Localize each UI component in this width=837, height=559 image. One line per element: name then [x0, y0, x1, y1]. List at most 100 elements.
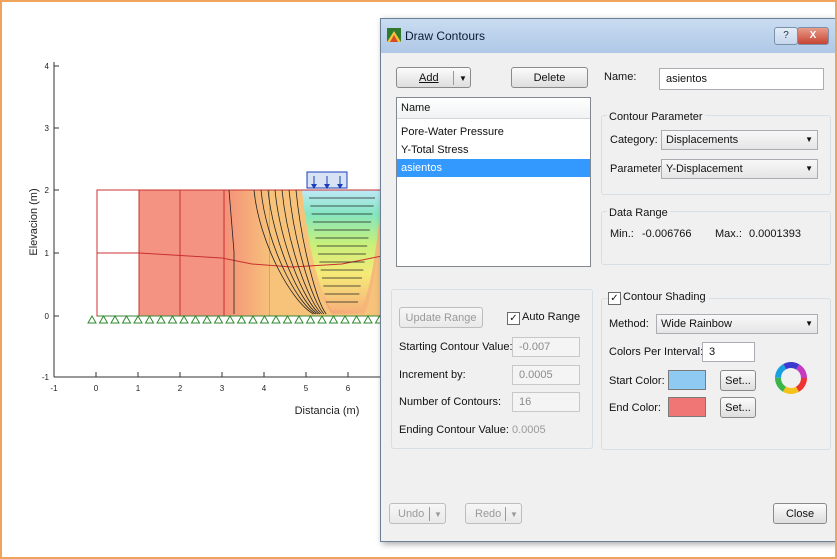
contour-shading-title: Contour Shading: [623, 291, 709, 303]
method-select[interactable]: Wide Rainbow ▼: [656, 314, 818, 334]
help-button[interactable]: ?: [774, 27, 798, 45]
undo-label: Undo: [398, 508, 425, 520]
chevron-down-icon: ▼: [805, 164, 813, 173]
increment-label: Increment by:: [399, 369, 466, 381]
starting-value-input[interactable]: -0.007: [512, 337, 580, 357]
min-value: -0.006766: [642, 228, 692, 240]
x-tick-label: 6: [346, 384, 351, 393]
start-color-set-button[interactable]: Set...: [720, 370, 756, 391]
contour-plot: 4 3 2 1 0 -1 -1 0 1 2 3 4 5 6 Elevacion (m) Distanci…: [28, 62, 392, 417]
category-select[interactable]: Displacements ▼: [661, 130, 818, 150]
contour-shading-checkbox[interactable]: ✓: [608, 292, 621, 305]
end-color-set-button[interactable]: Set...: [720, 397, 756, 418]
support-icon: [282, 314, 293, 324]
support-icon: [121, 314, 132, 324]
contour-count-input[interactable]: 16: [512, 392, 580, 412]
boundary-supports: [87, 314, 385, 324]
list-header[interactable]: Name: [397, 98, 590, 119]
parameter-value: Y-Displacement: [666, 163, 743, 175]
contour-parameter-group: [601, 115, 831, 195]
add-label: Add: [419, 72, 439, 84]
y-tick-label: 2: [45, 186, 50, 195]
support-icon: [328, 314, 339, 324]
support-icon: [156, 314, 166, 324]
end-color-swatch: [668, 397, 706, 417]
support-icon: [167, 314, 178, 324]
y-tick-label: 1: [45, 249, 50, 258]
name-label: Name:: [604, 71, 637, 83]
y-tick-label: -1: [42, 373, 50, 382]
x-tick-label: 1: [136, 384, 141, 393]
category-label: Category:: [610, 134, 658, 146]
list-item-asientos[interactable]: asientos: [397, 159, 590, 177]
end-color-label: End Color:: [609, 402, 661, 414]
x-tick-label: 5: [304, 384, 309, 393]
contour-list[interactable]: Name Pore-Water Pressure Y-Total Stress …: [396, 97, 591, 267]
min-label: Min.:: [610, 228, 634, 240]
y-tick-label: 4: [45, 62, 50, 71]
close-button[interactable]: Close: [773, 503, 827, 524]
screenshot-frame: 4 3 2 1 0 -1 -1 0 1 2 3 4 5 6 Elevacion (m) Distanci…: [0, 0, 837, 559]
dialog-title: Draw Contours: [405, 29, 486, 43]
colors-per-interval-input[interactable]: 3: [702, 342, 755, 362]
x-tick-label: 2: [178, 384, 183, 393]
max-value: 0.0001393: [749, 228, 801, 240]
add-split-button[interactable]: Add ▼: [396, 67, 471, 88]
method-value: Wide Rainbow: [661, 318, 732, 330]
chevron-down-icon[interactable]: ▼: [510, 504, 518, 525]
soil-domain: [96, 189, 392, 317]
surface-load: [306, 171, 348, 189]
method-label: Method:: [609, 318, 649, 330]
support-icon: [110, 314, 120, 324]
support-icon: [213, 314, 224, 324]
support-icon: [351, 314, 362, 324]
y-axis-label: Elevacion (m): [28, 188, 40, 255]
support-icon: [225, 314, 235, 324]
x-tick-label: 0: [94, 384, 99, 393]
support-icon: [144, 314, 155, 324]
split-separator: [453, 71, 454, 85]
support-icon: [87, 314, 97, 324]
auto-range-label: Auto Range: [522, 311, 581, 323]
y-tick-label: 3: [45, 124, 50, 133]
color-wheel-icon[interactable]: [775, 362, 807, 394]
increment-input[interactable]: 0.0005: [512, 365, 580, 385]
colors-per-interval-label: Colors Per Interval:: [609, 346, 704, 358]
chevron-down-icon: ▼: [805, 319, 813, 328]
list-item-pore-water-pressure[interactable]: Pore-Water Pressure: [397, 123, 590, 141]
list-item-y-total-stress[interactable]: Y-Total Stress: [397, 141, 590, 159]
support-icon: [133, 314, 143, 324]
support-icon: [248, 314, 258, 324]
x-tick-label: 3: [220, 384, 225, 393]
split-separator: [429, 507, 430, 521]
chevron-down-icon[interactable]: ▼: [459, 68, 467, 89]
undo-split-button[interactable]: Undo ▼: [389, 503, 446, 524]
support-icon: [340, 314, 350, 324]
chevron-down-icon: ▼: [805, 135, 813, 144]
support-icon: [190, 314, 201, 324]
close-window-button[interactable]: X: [797, 27, 829, 45]
parameter-label: Parameter:: [610, 163, 665, 175]
max-label: Max.:: [715, 228, 742, 240]
contour-parameter-title: Contour Parameter: [607, 111, 705, 123]
support-icon: [294, 314, 304, 324]
x-axis-label: Distancia (m): [295, 405, 360, 417]
draw-contours-dialog: Draw Contours ? X Add ▼ Delete Name: asi…: [380, 18, 835, 542]
auto-range-checkbox[interactable]: ✓: [507, 312, 520, 325]
x-tick-label: 4: [262, 384, 267, 393]
chevron-down-icon[interactable]: ▼: [434, 504, 442, 525]
name-input[interactable]: asientos: [659, 68, 824, 90]
start-color-swatch: [668, 370, 706, 390]
support-icon: [363, 314, 373, 324]
y-tick-label: 0: [45, 312, 50, 321]
dialog-titlebar[interactable]: Draw Contours ? X: [381, 19, 835, 53]
delete-button[interactable]: Delete: [511, 67, 588, 88]
support-icon: [236, 314, 247, 324]
parameter-select[interactable]: Y-Displacement ▼: [661, 159, 818, 179]
update-range-button[interactable]: Update Range: [399, 307, 483, 328]
data-range-title: Data Range: [607, 207, 670, 219]
ending-value: 0.0005: [512, 424, 546, 436]
redo-split-button[interactable]: Redo ▼: [465, 503, 522, 524]
contour-app-icon: [387, 28, 401, 42]
support-icon: [305, 314, 316, 324]
